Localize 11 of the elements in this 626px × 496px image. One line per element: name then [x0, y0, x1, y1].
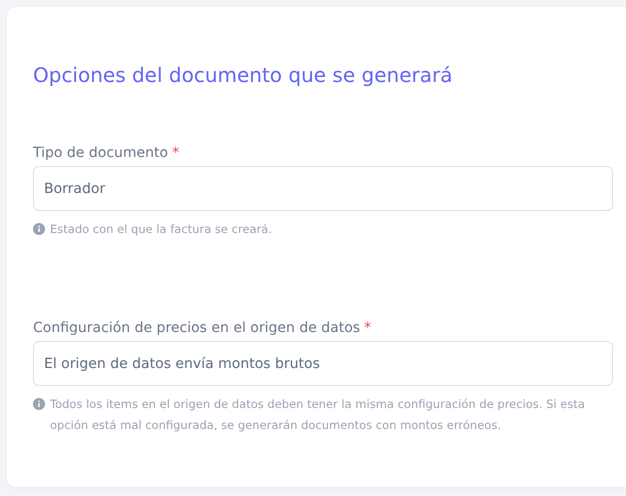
info-icon — [33, 223, 45, 235]
field-label: Tipo de documento — [33, 145, 168, 161]
input-field[interactable]: El origen de datos envía montos brutos — [33, 341, 613, 386]
input-field[interactable]: Borrador — [33, 166, 613, 211]
field-label: Configuración de precios en el origen de datos — [33, 320, 360, 336]
required-mark: * — [364, 320, 372, 336]
info-icon — [33, 398, 45, 410]
section-title: Opciones del documento que se generará — [33, 63, 454, 87]
help-text: Estado con el que la factura se creará. — [50, 221, 272, 238]
help-text: Todos los items en el origen de datos deben tener la misma configuración de precios. Si esta opción está mal configurada, se generarán documentos con montos erróneos. — [50, 396, 586, 434]
required-mark: * — [172, 145, 180, 161]
